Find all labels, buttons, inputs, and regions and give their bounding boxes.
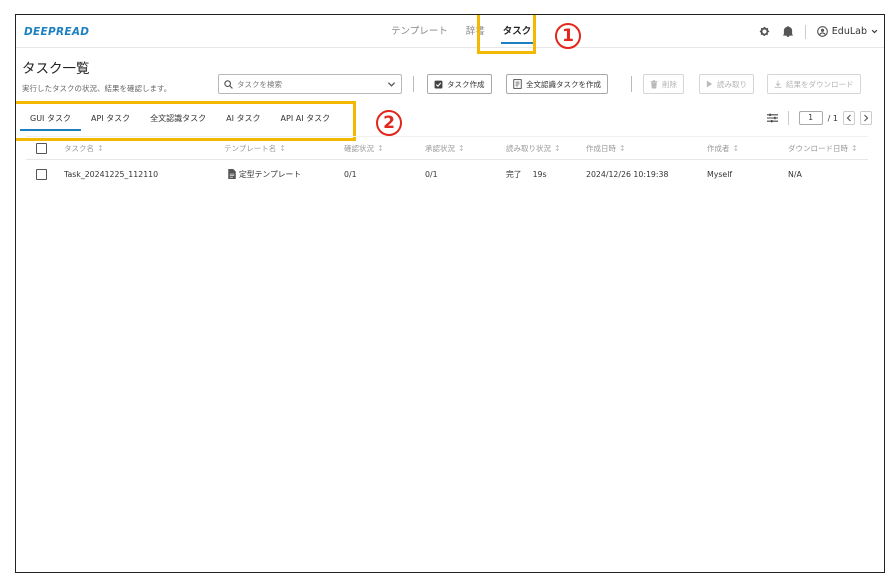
- nav-dictionary[interactable]: 辞書: [457, 15, 494, 48]
- col-label: 作成日時: [586, 143, 616, 153]
- task-type-tabs: GUI タスク API タスク 全文認識タスク AI タスク API AI タス…: [20, 111, 340, 133]
- sort-icon: ↕: [458, 143, 465, 153]
- col-task-name[interactable]: タスク名 ↕: [64, 137, 104, 159]
- sort-icon: ↕: [97, 143, 104, 153]
- pagination: 1 / 1: [766, 111, 872, 125]
- col-label: 作成者: [707, 143, 730, 153]
- toolbar-divider: [631, 76, 632, 92]
- nav-templates[interactable]: テンプレート: [382, 15, 457, 48]
- read-label: 読み取り: [717, 79, 747, 89]
- col-creator[interactable]: 作成者 ↕: [707, 137, 739, 159]
- user-avatar-icon: [816, 26, 828, 37]
- row-checkbox[interactable]: [36, 168, 47, 180]
- create-fulltext-label: 全文認識タスクを作成: [526, 79, 601, 89]
- table-row[interactable]: Task_20241225_112110 定型テンプレート 0/1 0/1 完了…: [26, 161, 868, 187]
- chevron-down-icon: [871, 29, 878, 34]
- row-select-cell: [36, 161, 47, 187]
- header-actions: EduLab: [759, 15, 878, 48]
- main-nav: テンプレート 辞書 タスク: [382, 15, 540, 48]
- sort-icon: ↕: [377, 143, 384, 153]
- create-fulltext-task-button[interactable]: 全文認識タスクを作成: [506, 74, 608, 94]
- cell-approve-status: 0/1: [425, 169, 438, 179]
- sort-icon: ↕: [619, 143, 626, 153]
- download-results-button[interactable]: 結果をダウンロード: [767, 74, 861, 94]
- col-confirm-status[interactable]: 確認状況 ↕: [344, 137, 384, 159]
- trash-icon: [650, 79, 658, 88]
- document-icon: [228, 169, 236, 179]
- cell-template-name: 定型テンプレート: [228, 161, 301, 187]
- col-label: ダウンロード日時: [788, 143, 848, 153]
- create-task-button[interactable]: タスク作成: [427, 74, 492, 94]
- search-input[interactable]: [237, 79, 383, 89]
- top-header: DEEPREAD テンプレート 辞書 タスク EduLab: [16, 15, 884, 48]
- sort-icon: ↕: [732, 143, 740, 153]
- nav-tasks[interactable]: タスク: [494, 15, 541, 48]
- page-subtitle: 実行したタスクの状況、結果を確認します。: [22, 84, 172, 93]
- tab-api-task[interactable]: API タスク: [81, 111, 140, 133]
- chevron-down-icon[interactable]: [387, 80, 396, 89]
- gear-icon[interactable]: [759, 26, 771, 38]
- col-approve-status[interactable]: 承認状況 ↕: [425, 137, 465, 159]
- chevron-left-icon: [846, 114, 851, 122]
- col-download-at[interactable]: ダウンロード日時 ↕: [788, 137, 858, 159]
- select-all-cell: [36, 137, 47, 159]
- create-task-label: タスク作成: [447, 79, 485, 89]
- read-button[interactable]: 読み取り: [699, 74, 754, 94]
- tab-api-ai-task[interactable]: API AI タスク: [271, 111, 341, 133]
- select-all-checkbox[interactable]: [36, 142, 47, 154]
- column-settings-icon[interactable]: [766, 113, 778, 123]
- task-search-box[interactable]: [218, 74, 402, 94]
- sort-icon: ↕: [554, 143, 561, 153]
- col-label: 承認状況: [425, 143, 455, 153]
- col-label: タスク名: [64, 143, 94, 153]
- tab-ai-task[interactable]: AI タスク: [216, 111, 270, 133]
- next-page-button[interactable]: [860, 111, 872, 125]
- bell-icon[interactable]: [782, 26, 794, 38]
- chevron-right-icon: [864, 114, 869, 122]
- cell-download-at: N/A: [788, 169, 802, 179]
- search-icon: [224, 79, 233, 89]
- read-duration: 19s: [532, 169, 547, 179]
- delete-button[interactable]: 削除: [643, 74, 684, 94]
- callout-marker-1: 1: [555, 23, 581, 49]
- user-menu[interactable]: EduLab: [816, 26, 878, 37]
- callout-marker-2: 2: [376, 110, 402, 136]
- user-name: EduLab: [831, 26, 867, 37]
- prev-page-button[interactable]: [843, 111, 855, 125]
- toolbar-divider: [413, 76, 414, 92]
- col-label: 確認状況: [344, 143, 374, 153]
- tab-gui-task[interactable]: GUI タスク: [20, 111, 81, 133]
- header-divider: [804, 24, 806, 39]
- tab-fulltext-task[interactable]: 全文認識タスク: [140, 111, 216, 133]
- sort-icon: ↕: [851, 143, 858, 153]
- cell-confirm-status: 0/1: [344, 169, 357, 179]
- sort-icon: ↕: [279, 143, 286, 153]
- download-label: 結果をダウンロード: [786, 79, 854, 89]
- read-status-text: 完了: [506, 169, 522, 179]
- page-total: / 1: [827, 113, 838, 123]
- cell-read-status: 完了 19s: [506, 161, 547, 187]
- col-label: 読み取り状況: [506, 143, 551, 153]
- download-icon: [774, 80, 782, 88]
- col-created-at[interactable]: 作成日時 ↕: [586, 137, 626, 159]
- cell-creator: Myself: [707, 169, 733, 179]
- app-logo[interactable]: DEEPREAD: [24, 26, 89, 38]
- pager-divider: [787, 111, 789, 125]
- page-number-input[interactable]: 1: [798, 111, 823, 125]
- template-name: 定型テンプレート: [239, 169, 302, 179]
- cell-task-name[interactable]: Task_20241225_112110: [64, 161, 158, 187]
- app-window: DEEPREAD テンプレート 辞書 タスク EduLab 1 タスク一覧 実行…: [15, 14, 885, 573]
- cell-created-at: 2024/12/26 10:19:38: [586, 169, 669, 179]
- scan-document-icon: [513, 79, 522, 89]
- delete-label: 削除: [662, 79, 677, 89]
- checkbox-icon: [434, 80, 443, 88]
- play-icon: [706, 80, 713, 88]
- col-label: テンプレート名: [224, 143, 277, 153]
- page-title: タスク一覧: [22, 61, 90, 77]
- col-read-status[interactable]: 読み取り状況 ↕: [506, 137, 561, 159]
- col-template-name[interactable]: テンプレート名 ↕: [224, 137, 286, 159]
- table-header: タスク名 ↕ テンプレート名 ↕ 確認状況 ↕ 承認状況 ↕ 読み取り状況 ↕ 作成日時 ↕…: [26, 136, 868, 160]
